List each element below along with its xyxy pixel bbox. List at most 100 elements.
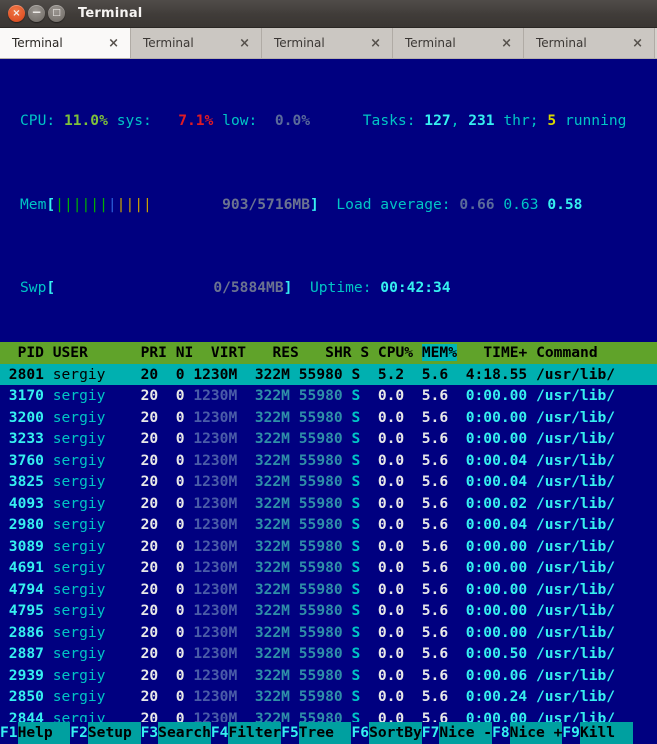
column-header-cpu[interactable]: CPU%	[378, 344, 413, 361]
fkey-f6[interactable]: F6	[351, 722, 370, 744]
column-header-virt[interactable]: VIRT	[211, 344, 246, 361]
fkey-label-setup[interactable]: Setup	[87, 722, 141, 744]
cell-cpu: 0.0	[360, 559, 405, 576]
tab-close-icon[interactable]: ×	[632, 37, 643, 50]
fkey-f1[interactable]: F1	[0, 722, 18, 744]
cell-ni: 0	[158, 602, 185, 619]
maximize-button[interactable]: □	[48, 5, 65, 22]
fkey-label-nice[interactable]: Nice +	[509, 722, 563, 744]
cell-time: 0:00.00	[448, 623, 528, 641]
cell-ni: 0	[158, 430, 185, 447]
cell-time: 0:00.00	[448, 559, 528, 576]
table-row[interactable]: 3233 sergiy 20 0 1230M 322M 55980 S 0.0 …	[0, 428, 657, 450]
close-button[interactable]: ×	[8, 5, 25, 22]
column-header-s[interactable]: S	[360, 344, 369, 361]
column-header-time[interactable]: TIME+	[483, 344, 527, 361]
tab-terminal-5[interactable]: Terminal ×	[524, 28, 655, 58]
tab-close-icon[interactable]: ×	[501, 37, 512, 50]
fkey-label-tree[interactable]: Tree	[298, 722, 352, 744]
fkey-f9[interactable]: F9	[562, 722, 580, 744]
table-row[interactable]: 3170 sergiy 20 0 1230M 322M 55980 S 0.0 …	[0, 385, 657, 407]
fkey-label-search[interactable]: Search	[158, 722, 211, 744]
cell-cpu: 0.0	[360, 494, 405, 512]
cell-pid: 2886	[0, 623, 44, 641]
cell-state: S	[342, 451, 361, 469]
minimize-button[interactable]: −	[28, 5, 45, 22]
tab-terminal-3[interactable]: Terminal ×	[262, 28, 393, 58]
fkey-f5[interactable]: F5	[281, 722, 299, 744]
uptime-meter: Uptime: 00:42:34	[310, 279, 451, 296]
table-row[interactable]: 2850 sergiy 20 0 1230M 322M 55980 S 0.0 …	[0, 686, 657, 708]
table-row[interactable]: 3760 sergiy 20 0 1230M 322M 55980 S 0.0 …	[0, 450, 657, 472]
tab-terminal-2[interactable]: Terminal ×	[131, 28, 262, 58]
cpu-sys-label: sys:	[116, 112, 152, 129]
htop-screen[interactable]: CPU: 11.0% sys: 7.1% low: 0.0% Tasks: 12…	[0, 59, 657, 744]
fkey-label-sortby[interactable]: SortBy	[369, 722, 422, 744]
column-header-res[interactable]: RES	[272, 344, 298, 361]
cell-pri: 20	[131, 516, 159, 533]
minimize-icon: −	[31, 5, 42, 19]
cell-virt: 1230M	[184, 365, 238, 383]
cell-virt: 1230M	[184, 666, 238, 684]
table-row[interactable]: 2801 sergiy 20 0 1230M 322M 55980 S 5.2 …	[0, 363, 657, 385]
table-row[interactable]: 3825 sergiy 20 0 1230M 322M 55980 S 0.0 …	[0, 471, 657, 493]
table-row[interactable]: 2886 sergiy 20 0 1230M 322M 55980 S 0.0 …	[0, 622, 657, 644]
table-row[interactable]: 4795 sergiy 20 0 1230M 322M 55980 S 0.0 …	[0, 600, 657, 622]
table-row[interactable]: 3089 sergiy 20 0 1230M 322M 55980 S 0.0 …	[0, 536, 657, 558]
table-row[interactable]: 2980 sergiy 20 0 1230M 322M 55980 S 0.0 …	[0, 514, 657, 536]
cell-mem: 5.6	[404, 623, 449, 641]
fkey-label-help[interactable]: Help	[17, 722, 71, 744]
cell-shr: 55980	[289, 365, 343, 383]
fkey-label-kill[interactable]: Kill	[579, 722, 633, 744]
cell-shr: 55980	[289, 516, 343, 533]
fkey-f2[interactable]: F2	[70, 722, 88, 744]
column-header-command[interactable]: Command	[536, 344, 598, 361]
terminal-window: × − □ Terminal Terminal × Terminal × Ter…	[0, 0, 657, 744]
table-row[interactable]: 2887 sergiy 20 0 1230M 322M 55980 S 0.0 …	[0, 643, 657, 665]
column-header-pid[interactable]: PID	[0, 344, 44, 361]
cell-pri: 20	[131, 559, 159, 576]
cell-time: 0:00.04	[448, 473, 528, 490]
tab-label: Terminal	[405, 36, 456, 50]
cell-pri: 20	[131, 623, 159, 641]
column-header-mem[interactable]: MEM%	[421, 344, 458, 361]
swap-text: 0/5884MB	[213, 279, 284, 296]
tab-terminal-4[interactable]: Terminal ×	[393, 28, 524, 58]
column-header-pri[interactable]: PRI	[141, 344, 167, 361]
table-row[interactable]: 4093 sergiy 20 0 1230M 322M 55980 S 0.0 …	[0, 493, 657, 515]
process-table-body[interactable]: 2801 sergiy 20 0 1230M 322M 55980 S 5.2 …	[0, 363, 657, 744]
table-row[interactable]: 4691 sergiy 20 0 1230M 322M 55980 S 0.0 …	[0, 557, 657, 579]
cell-shr: 55980	[289, 408, 343, 426]
fkey-f8[interactable]: F8	[492, 722, 510, 744]
column-header-shr[interactable]: SHR	[325, 344, 351, 361]
fkey-label-nice[interactable]: Nice -	[439, 722, 493, 744]
cell-res: 322M	[237, 387, 290, 404]
column-header-ni[interactable]: NI	[176, 344, 194, 361]
cell-pid: 3200	[0, 408, 44, 426]
fkey-f7[interactable]: F7	[421, 722, 440, 744]
column-header-user[interactable]: USER	[53, 344, 88, 361]
cell-ni: 0	[158, 559, 185, 576]
table-row[interactable]: 4794 sergiy 20 0 1230M 322M 55980 S 0.0 …	[0, 579, 657, 601]
cell-shr: 55980	[289, 451, 343, 469]
tab-close-icon[interactable]: ×	[239, 37, 250, 50]
cell-pri: 20	[131, 645, 159, 662]
table-row[interactable]: 2939 sergiy 20 0 1230M 322M 55980 S 0.0 …	[0, 665, 657, 687]
tab-close-icon[interactable]: ×	[370, 37, 381, 50]
fkey-label-filter[interactable]: Filter	[228, 722, 282, 744]
tab-close-icon[interactable]: ×	[108, 37, 119, 50]
cell-pid: 2801	[0, 365, 44, 383]
fkey-f3[interactable]: F3	[140, 722, 159, 744]
cell-user: sergiy	[43, 516, 132, 533]
cell-command: /usr/lib/	[527, 430, 616, 447]
cell-cpu: 0.0	[360, 666, 405, 684]
thread-label: thr;	[503, 112, 539, 129]
cell-time: 0:00.00	[448, 580, 528, 598]
cell-ni: 0	[158, 537, 185, 555]
cell-shr: 55980	[289, 387, 343, 404]
table-row[interactable]: 3200 sergiy 20 0 1230M 322M 55980 S 0.0 …	[0, 407, 657, 429]
tab-terminal-1[interactable]: Terminal ×	[0, 28, 131, 58]
fkey-f4[interactable]: F4	[210, 722, 229, 744]
cell-mem: 5.6	[404, 559, 449, 576]
process-table-header[interactable]: PID USER PRI NI VIRT RES SHR S CPU% MEM%…	[0, 342, 657, 364]
